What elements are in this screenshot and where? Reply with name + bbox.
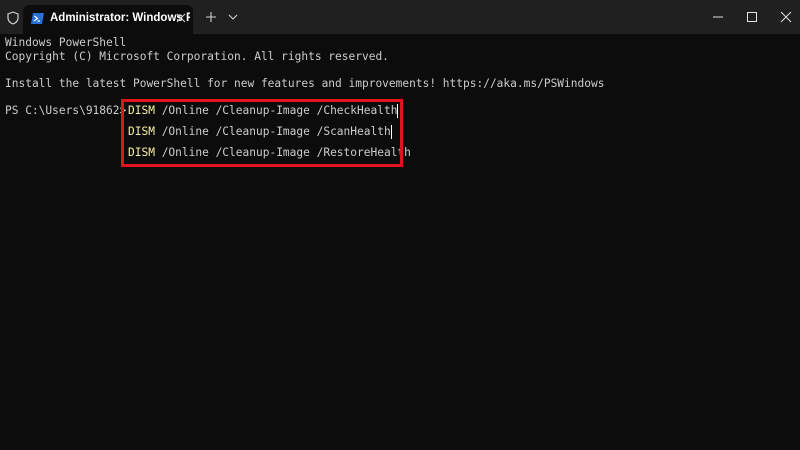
terminal-line: Windows PowerShell bbox=[5, 36, 127, 49]
minimize-icon[interactable] bbox=[712, 11, 724, 23]
close-icon[interactable] bbox=[780, 11, 792, 23]
tab-title: Administrator: Windows PowerShell bbox=[50, 12, 190, 24]
prompt: PS C:\Users\91862> bbox=[5, 104, 127, 117]
terminal-output[interactable]: Windows PowerShell Copyright (C) Microso… bbox=[0, 34, 800, 450]
terminal-line: Copyright (C) Microsoft Corporation. All… bbox=[5, 50, 389, 63]
tab-powershell[interactable]: Administrator: Windows PowerShell bbox=[23, 5, 193, 34]
highlight-box bbox=[121, 99, 403, 167]
maximize-icon[interactable] bbox=[746, 11, 758, 23]
terminal-line: Install the latest PowerShell for new fe… bbox=[5, 77, 605, 90]
title-bar: Administrator: Windows PowerShell bbox=[0, 0, 800, 34]
plus-icon[interactable] bbox=[205, 11, 217, 23]
close-icon[interactable] bbox=[176, 13, 186, 23]
terminal-window: Administrator: Windows PowerShell Window… bbox=[0, 0, 800, 450]
chevron-down-icon[interactable] bbox=[228, 13, 238, 21]
shield-icon bbox=[7, 11, 19, 25]
powershell-icon bbox=[31, 13, 44, 24]
